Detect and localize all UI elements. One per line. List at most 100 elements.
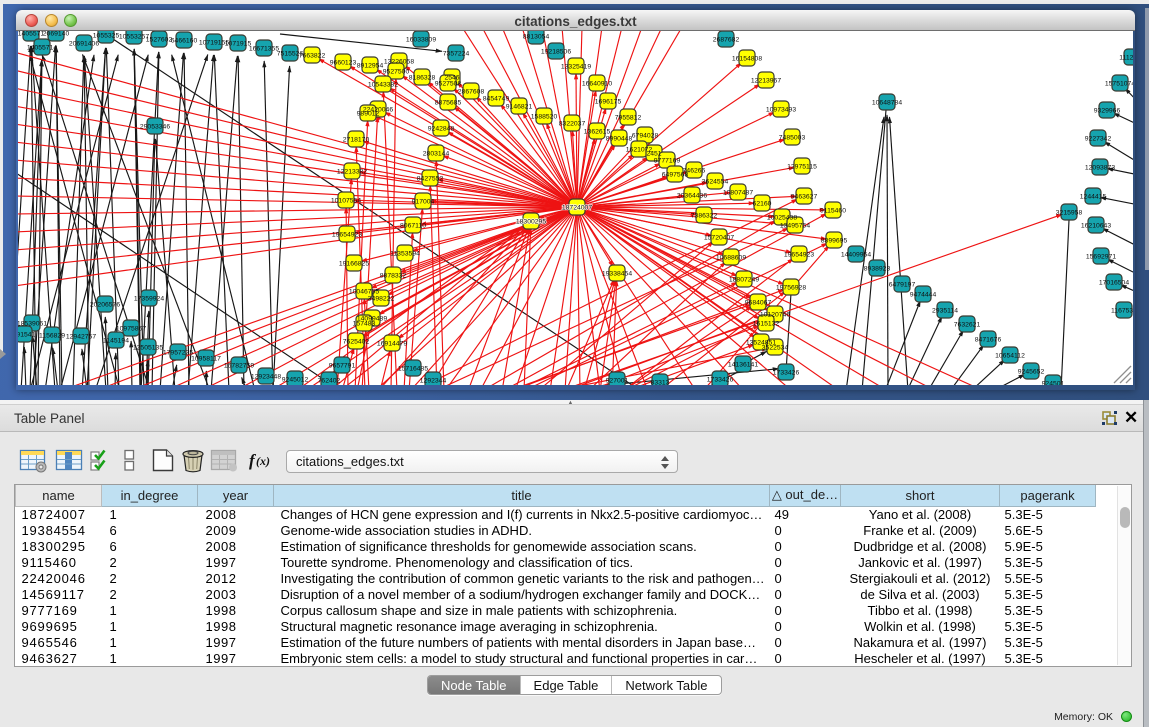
svg-text:17016504: 17016504	[1099, 280, 1129, 287]
svg-text:10648784: 10648784	[872, 100, 902, 107]
svg-text:83313: 83313	[651, 380, 670, 386]
svg-text:19338454: 19338454	[602, 271, 632, 278]
svg-text:1696175: 1696175	[595, 99, 622, 106]
svg-text:(x): (x)	[256, 454, 270, 468]
svg-text:1292344: 1292344	[420, 378, 447, 385]
svg-text:391541: 391541	[18, 332, 36, 339]
svg-text:9245652: 9245652	[1018, 369, 1045, 376]
svg-text:1055325: 1055325	[93, 33, 120, 40]
svg-text:6497568: 6497568	[662, 172, 689, 179]
svg-text:2687682: 2687682	[713, 37, 740, 44]
svg-text:18300295: 18300295	[516, 219, 546, 226]
svg-text:17359924: 17359924	[134, 296, 164, 303]
svg-text:9115460: 9115460	[820, 208, 846, 215]
svg-text:12942757: 12942757	[66, 334, 96, 341]
svg-text:9777169: 9777169	[654, 158, 681, 165]
svg-text:1362615: 1362615	[584, 129, 611, 136]
svg-text:1071915: 1071915	[225, 41, 252, 48]
svg-text:7632621: 7632621	[954, 322, 981, 329]
svg-text:16782759: 16782759	[224, 363, 254, 370]
svg-text:9245012: 9245012	[282, 377, 309, 384]
svg-text:10025438: 10025438	[767, 215, 797, 222]
svg-text:6479197: 6479197	[889, 282, 916, 289]
svg-text:10654112: 10654112	[995, 353, 1025, 360]
svg-text:18539061: 18539061	[18, 321, 47, 328]
svg-text:9146821: 9146821	[506, 104, 533, 111]
svg-text:16033809: 16033809	[406, 37, 436, 44]
svg-text:13325419: 13325419	[561, 64, 591, 71]
svg-text:19218506: 19218506	[541, 49, 571, 56]
svg-text:9463627: 9463627	[791, 194, 818, 201]
svg-text:157483: 157483	[353, 321, 376, 328]
svg-text:1615132: 1615132	[753, 321, 780, 328]
svg-text:8427552: 8427552	[417, 176, 444, 183]
svg-text:8938923: 8938923	[864, 266, 891, 273]
svg-text:2069140: 2069140	[43, 31, 70, 38]
svg-text:12213382: 12213382	[337, 169, 367, 176]
svg-text:9227342: 9227342	[1085, 136, 1112, 143]
svg-text:20206576: 20206576	[90, 302, 120, 309]
svg-text:2718170: 2718170	[343, 137, 370, 144]
svg-text:16671355: 16671355	[249, 46, 279, 53]
svg-text:10975867: 10975867	[116, 326, 146, 333]
svg-text:19166825: 19166825	[339, 261, 369, 268]
svg-text:20364436: 20364436	[677, 193, 707, 200]
svg-text:8471676: 8471676	[975, 337, 1002, 344]
svg-text:9242848: 9242848	[428, 126, 455, 133]
svg-text:7485003: 7485003	[779, 135, 806, 142]
svg-text:19654923: 19654923	[332, 232, 362, 239]
svg-text:10973493: 10973493	[766, 107, 796, 114]
svg-text:15720407: 15720407	[704, 235, 734, 242]
svg-text:29053346: 29053346	[140, 124, 170, 131]
svg-text:7955812: 7955812	[615, 115, 642, 122]
svg-text:1405571: 1405571	[18, 31, 44, 38]
svg-text:9660123: 9660123	[330, 60, 357, 67]
svg-text:8322037: 8322037	[559, 121, 586, 128]
svg-text:14055714: 14055714	[27, 45, 57, 52]
svg-text:12093873: 12093873	[1085, 165, 1115, 172]
svg-text:1527602: 1527602	[146, 37, 173, 44]
svg-text:14136141: 14136141	[728, 362, 758, 369]
svg-text:6794028: 6794028	[632, 133, 659, 140]
svg-text:16640910: 16640910	[582, 81, 612, 88]
svg-text:15716485: 15716485	[398, 366, 428, 373]
svg-text:1167533: 1167533	[1111, 308, 1133, 315]
svg-text:11353594: 11353594	[390, 251, 420, 258]
svg-text:1112753: 1112753	[1119, 55, 1133, 62]
svg-text:2867608: 2867608	[458, 89, 485, 96]
svg-text:16154808: 16154808	[732, 56, 762, 63]
svg-text:3215958: 3215958	[1056, 210, 1083, 217]
svg-text:19654923: 19654923	[784, 252, 814, 259]
svg-text:15751074: 15751074	[1105, 81, 1133, 88]
svg-text:8067110: 8067110	[400, 223, 426, 230]
svg-text:8899695: 8899695	[821, 238, 848, 245]
svg-text:917004: 917004	[412, 199, 435, 206]
svg-text:3498222: 3498222	[368, 296, 395, 303]
svg-text:9527508: 9527508	[435, 81, 462, 88]
svg-text:10120746: 10120746	[760, 312, 790, 319]
svg-text:1244415: 1244415	[1080, 194, 1107, 201]
svg-text:10553257: 10553257	[119, 34, 149, 41]
svg-text:8813054: 8813054	[523, 34, 550, 41]
svg-text:8875685: 8875685	[435, 100, 462, 107]
svg-text:10543382: 10543382	[368, 82, 398, 89]
svg-text:16210643: 16210643	[1081, 223, 1111, 230]
svg-text:18807249: 18807249	[729, 277, 759, 284]
svg-text:7357224: 7357224	[443, 51, 470, 58]
svg-text:12213967: 12213967	[751, 78, 781, 85]
svg-text:20691406: 20691406	[69, 41, 99, 48]
svg-text:1145194: 1145194	[103, 338, 129, 345]
svg-text:14409954: 14409954	[841, 252, 871, 259]
svg-text:6466160: 6466160	[171, 38, 198, 45]
svg-text:762402: 762402	[318, 378, 341, 385]
svg-text:7625402: 7625402	[343, 339, 370, 346]
svg-text:7663822: 7663822	[299, 53, 326, 60]
svg-text:12975115: 12975115	[787, 164, 817, 171]
svg-text:13495754: 13495754	[780, 223, 810, 230]
svg-text:13226058: 13226058	[384, 59, 414, 66]
svg-text:1588520: 1588520	[531, 114, 558, 121]
svg-text:2803144: 2803144	[423, 151, 450, 158]
svg-text:8990448: 8990448	[606, 136, 633, 143]
svg-text:9329966: 9329966	[1094, 108, 1121, 115]
svg-text:16914479: 16914479	[377, 341, 407, 348]
